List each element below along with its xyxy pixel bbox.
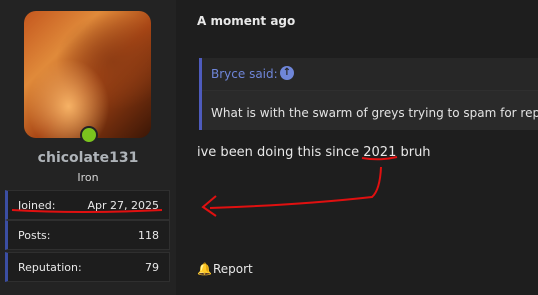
stat-reputation: Reputation: 79 [5,252,170,282]
stat-value: 79 [145,261,159,274]
report-button[interactable]: 🔔Report [197,262,253,276]
stat-label: Joined: [18,199,56,212]
post-timestamp[interactable]: A moment ago [197,14,295,28]
quote-header: Bryce said: ↑ [202,58,538,91]
avatar[interactable] [24,11,151,138]
stat-label: Posts: [18,229,51,242]
arrow-up-circle-icon[interactable]: ↑ [280,66,294,80]
quote-block: Bryce said: ↑ What is with the swarm of … [199,58,538,130]
stat-value: 118 [138,229,159,242]
quote-text: What is with the swarm of greys trying t… [211,106,538,120]
annotation-connector [209,166,382,209]
report-label: Report [212,262,253,276]
bell-icon: 🔔 [197,262,212,276]
user-rank: Iron [77,171,99,184]
post-message: ive been doing this since 2021 bruh [197,145,431,160]
user-sidebar: chicolate131 Iron Joined: Apr 27, 2025 P… [0,0,176,295]
online-status-icon [80,126,98,144]
username[interactable]: chicolate131 [0,150,176,166]
stat-label: Reputation: [18,261,82,274]
stat-posts: Posts: 118 [5,220,170,250]
avatar-container [24,11,151,138]
stat-joined: Joined: Apr 27, 2025 [5,190,170,220]
left-arrow-head [201,195,217,217]
stat-value: Apr 27, 2025 [87,199,159,212]
quote-author[interactable]: Bryce said: [211,67,278,81]
